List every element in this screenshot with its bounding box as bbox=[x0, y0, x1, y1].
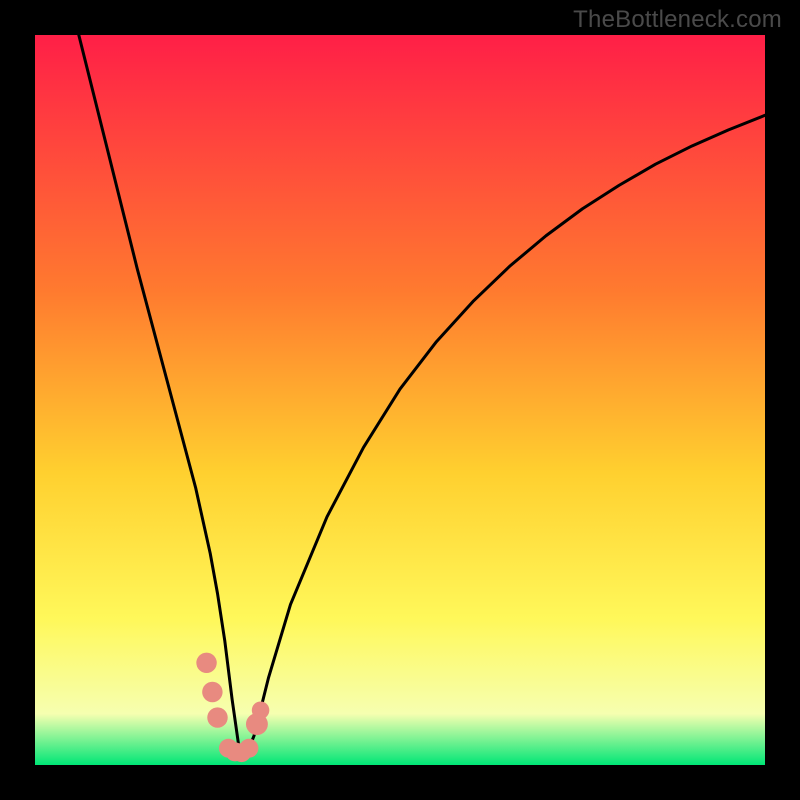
watermark-text: TheBottleneck.com bbox=[573, 6, 782, 34]
data-marker bbox=[196, 653, 216, 673]
chart-svg bbox=[35, 35, 765, 765]
data-marker bbox=[239, 739, 258, 758]
chart-frame: TheBottleneck.com bbox=[0, 0, 800, 800]
data-marker bbox=[202, 682, 222, 702]
data-marker bbox=[252, 701, 270, 719]
plot-area bbox=[35, 35, 765, 765]
data-marker bbox=[207, 707, 227, 727]
gradient-bg bbox=[35, 35, 765, 765]
